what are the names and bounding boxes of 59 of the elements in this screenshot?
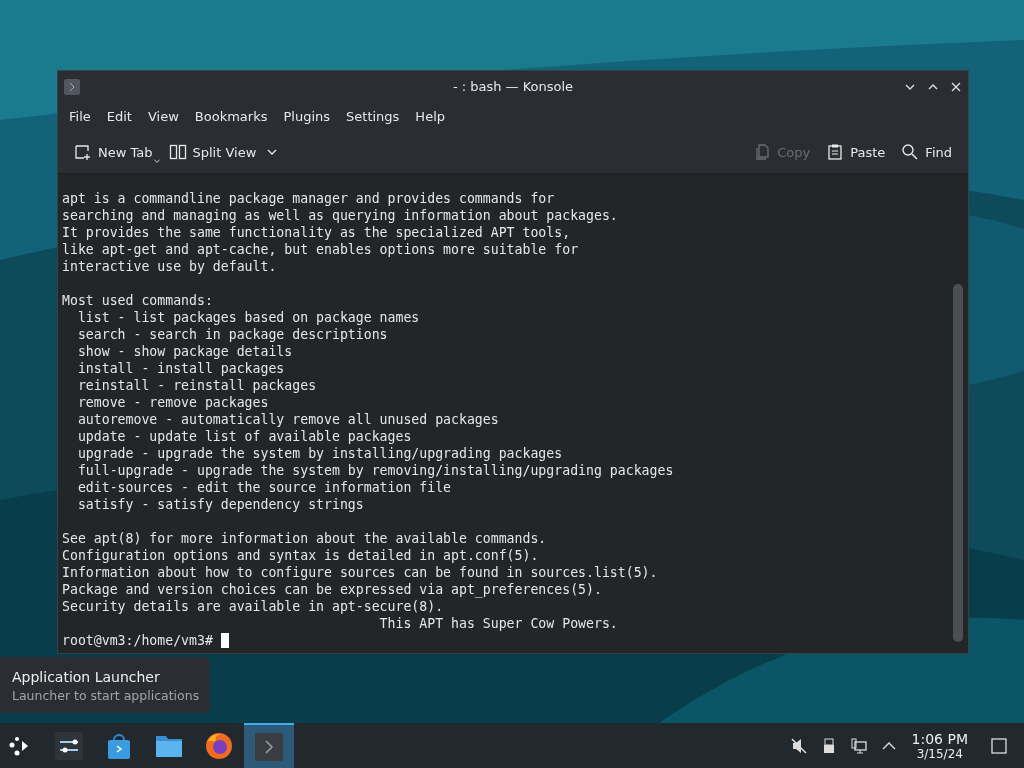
copy-icon bbox=[753, 143, 772, 161]
menu-item[interactable]: Edit bbox=[98, 109, 140, 124]
terminal-icon bbox=[64, 78, 80, 95]
terminal-line: like apt-get and apt-cache, but enables options more suitable for bbox=[62, 241, 579, 258]
terminal-line: This APT has Super Cow Powers. bbox=[378, 615, 618, 632]
shell-prompt: root@vm3:/home/vm3# bbox=[62, 632, 214, 649]
terminal-line: upgrade - upgrade the system by installing/upgrading packages bbox=[76, 445, 563, 462]
clock[interactable]: 1:06 PM 3/15/24 bbox=[911, 730, 968, 761]
terminal-line: autoremove - automatically remove all unused packages bbox=[76, 411, 499, 428]
terminal-line: Most used commands: bbox=[62, 292, 213, 309]
clock-date: 3/15/24 bbox=[915, 746, 964, 761]
terminal-line: interactive use by default. bbox=[62, 258, 277, 275]
terminal-line: Package and version choices can be expressed via apt_preferences(5). bbox=[62, 581, 602, 598]
search-icon bbox=[901, 143, 920, 161]
scrollbar-thumb[interactable] bbox=[953, 284, 963, 642]
menu-item[interactable]: Help bbox=[407, 109, 453, 124]
tooltip-subtitle: Launcher to start applications bbox=[12, 688, 201, 703]
terminal-line: satisfy - satisfy dependency strings bbox=[76, 496, 364, 513]
paste-button[interactable]: Paste bbox=[818, 139, 894, 165]
terminal-line: Security details are available in apt-secure(8). bbox=[62, 598, 444, 615]
menu-item[interactable]: Plugins bbox=[275, 109, 339, 124]
show-desktop-icon[interactable] bbox=[990, 736, 1008, 755]
terminal-icon bbox=[254, 731, 284, 762]
clipboard-icon bbox=[826, 143, 845, 161]
menu-item[interactable]: View bbox=[139, 109, 187, 124]
network-icon[interactable] bbox=[849, 736, 868, 755]
terminal-line: search - search in package descriptions bbox=[76, 326, 388, 343]
new-tab-button[interactable]: New Tab bbox=[66, 139, 161, 165]
terminal-line: update - update list of available packages bbox=[76, 428, 412, 445]
caret-icon bbox=[152, 157, 161, 165]
terminal-line: full-upgrade - upgrade the system by removing/installing/upgrading packages bbox=[76, 462, 674, 479]
find-button[interactable]: Find bbox=[893, 139, 960, 165]
muted-speaker-icon[interactable] bbox=[789, 736, 808, 755]
new-tab-icon bbox=[74, 143, 92, 161]
terminal-line: edit-sources - edit the source information file bbox=[76, 479, 452, 496]
browser-icon bbox=[204, 730, 234, 761]
terminal-line: install - install packages bbox=[76, 360, 285, 377]
terminal-line: Configuration options and syntax is detailed in apt.conf(5). bbox=[62, 547, 539, 564]
menu-item[interactable]: Bookmarks bbox=[186, 109, 276, 124]
split-view-icon bbox=[168, 143, 187, 161]
terminal-line: It provides the same functionality as the specialized APT tools, bbox=[62, 224, 571, 241]
taskbar-app[interactable] bbox=[244, 723, 294, 768]
terminal-line: apt is a commandline package manager and provides commands for bbox=[62, 190, 555, 207]
terminal-line: reinstall - reinstall packages bbox=[76, 377, 317, 394]
terminal-line: remove - remove packages bbox=[76, 394, 269, 411]
terminal-line: list - list packages based on package names bbox=[76, 309, 420, 326]
terminal-line: Information about how to configure sources can be found in sources.list(5). bbox=[62, 564, 658, 581]
window-title: - : bash — Konsole bbox=[452, 79, 574, 94]
terminal-line: searching and managing as well as querying information about packages. bbox=[62, 207, 618, 224]
split-view-button[interactable]: Split View bbox=[160, 139, 287, 165]
terminal-line: See apt(8) for more information about the available commands. bbox=[62, 530, 547, 547]
text-cursor bbox=[220, 633, 229, 648]
sliders-icon bbox=[54, 730, 84, 761]
menu-item[interactable]: Settings bbox=[338, 109, 408, 124]
menu-item[interactable]: File bbox=[61, 109, 99, 124]
terminal-line: show - show package details bbox=[76, 343, 293, 360]
tooltip-title: Application Launcher bbox=[12, 669, 161, 685]
clock-time: 1:06 PM bbox=[911, 730, 968, 747]
close-icon[interactable] bbox=[950, 80, 962, 93]
